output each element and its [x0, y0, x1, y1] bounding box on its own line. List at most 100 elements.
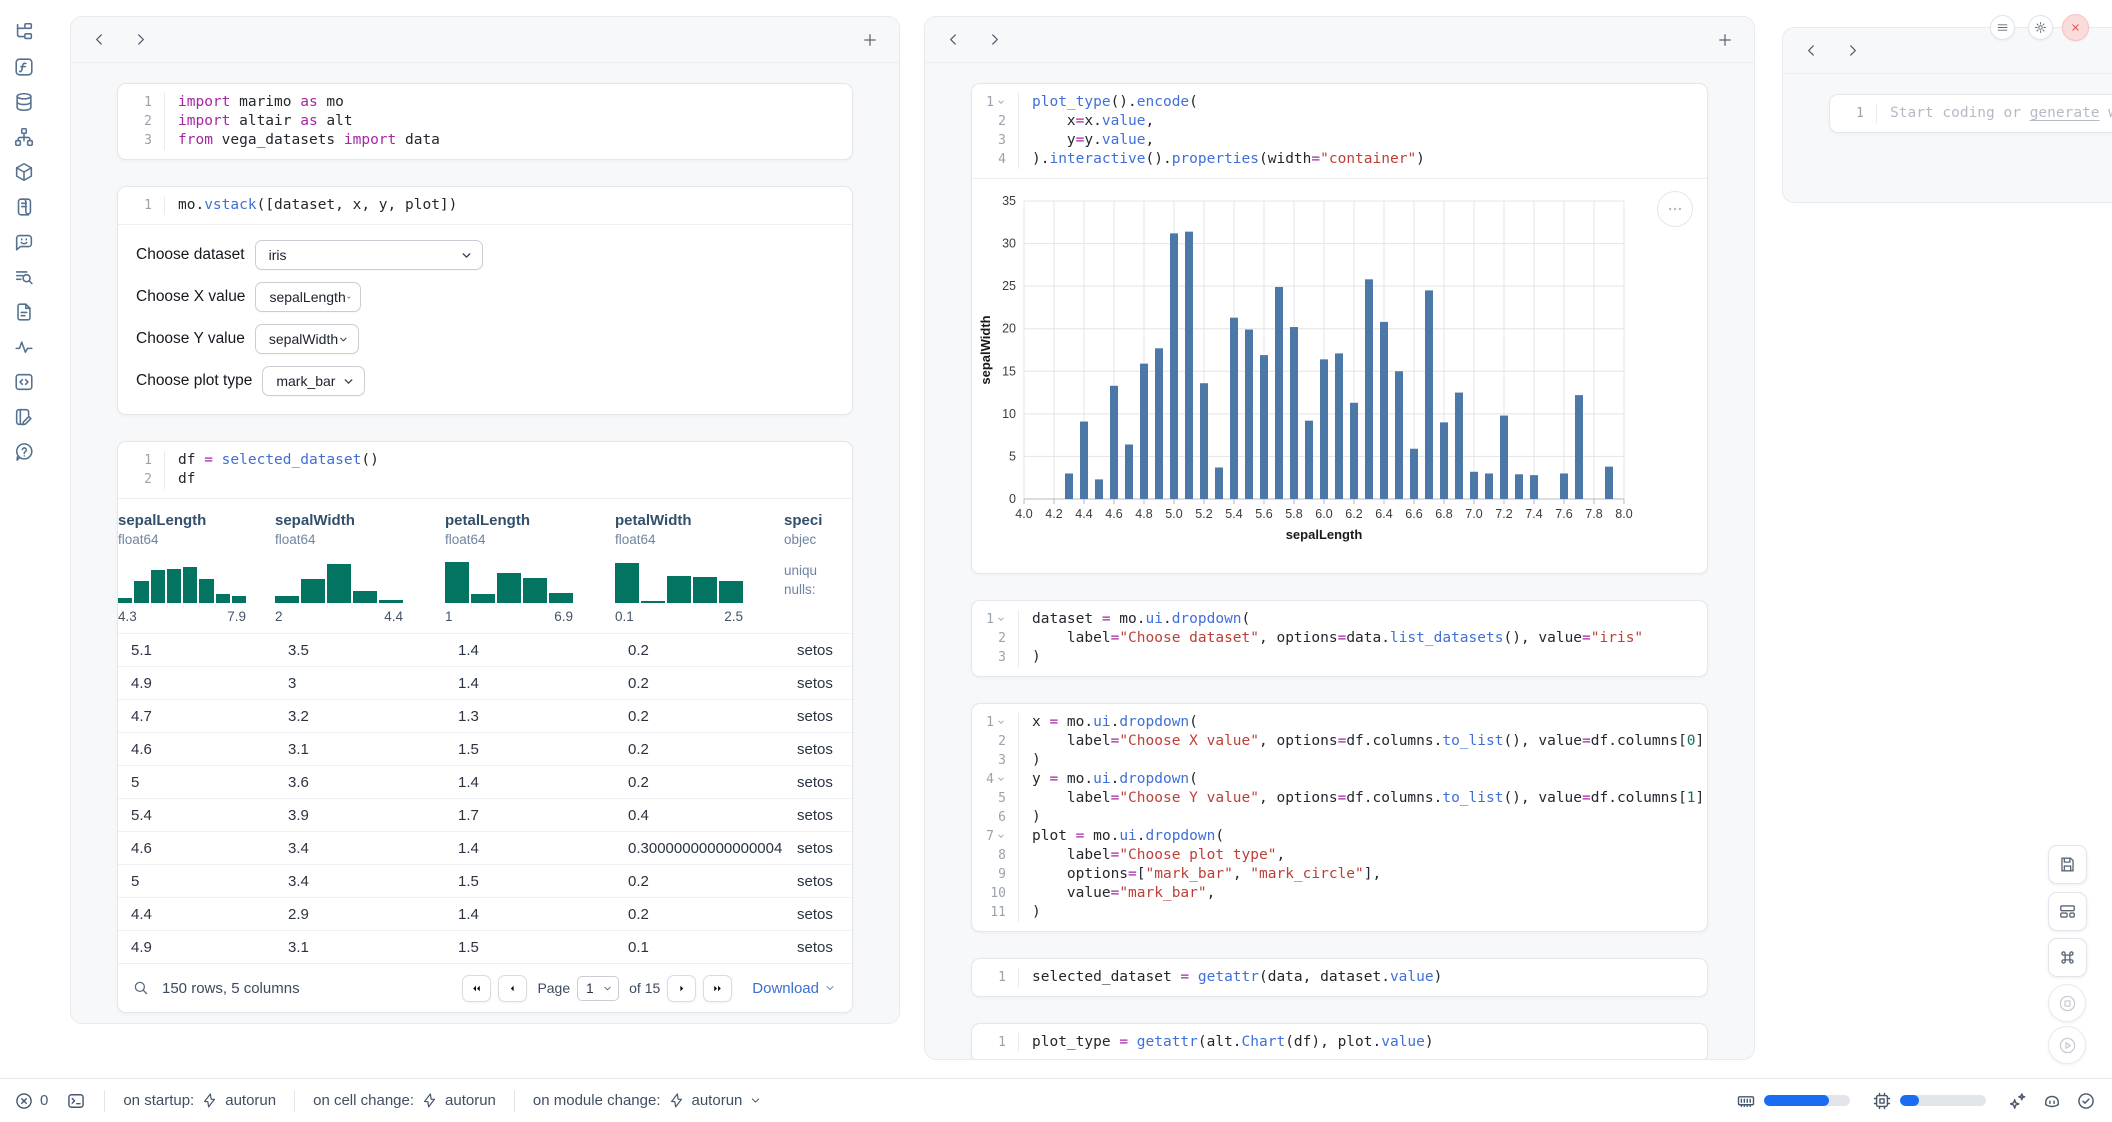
- code-line[interactable]: 11): [972, 903, 1707, 922]
- scroll-right-icon[interactable]: [132, 31, 149, 48]
- code-line[interactable]: 4y = mo.ui.dropdown(: [972, 770, 1707, 789]
- add-cell-icon[interactable]: [861, 31, 879, 49]
- table-column-header[interactable]: petalLengthfloat6416.9: [445, 512, 615, 624]
- code-line[interactable]: 3): [972, 648, 1707, 667]
- code-line[interactable]: 9 options=["mark_bar", "mark_circle"],: [972, 865, 1707, 884]
- code-line[interactable]: 2 label="Choose X value", options=df.col…: [972, 732, 1707, 751]
- settings-button[interactable]: [2028, 15, 2053, 40]
- run-mode-setting[interactable]: on cell change:autorun: [313, 1092, 496, 1109]
- scroll-right-icon[interactable]: [986, 31, 1003, 48]
- next-page-button[interactable]: [667, 975, 696, 1002]
- stop-button[interactable]: [2048, 984, 2086, 1022]
- dropdown-select[interactable]: sepalLength: [255, 282, 361, 312]
- table-row[interactable]: 4.73.21.30.2setos: [118, 699, 852, 732]
- code-editor[interactable]: 1plot_type = getattr(alt.Chart(df), plot…: [972, 1024, 1707, 1060]
- generate-link[interactable]: generate: [2030, 105, 2100, 121]
- cell-empty[interactable]: 1 Start coding or generate with: [1829, 94, 2112, 133]
- play-button[interactable]: [2048, 1026, 2086, 1064]
- code-line[interactable]: 4).interactive().properties(width="conta…: [972, 150, 1707, 169]
- code-block-icon[interactable]: [13, 371, 35, 393]
- table-column-header[interactable]: sepalLengthfloat644.37.9: [118, 512, 275, 624]
- tracing-pulse-icon[interactable]: [13, 336, 35, 358]
- cell-plot[interactable]: 1plot_type().encode(2 x=x.value,3 y=y.va…: [971, 83, 1708, 574]
- code-placeholder[interactable]: Start coding or generate with: [1876, 104, 2112, 123]
- code-editor[interactable]: 1mo.vstack([dataset, x, y, plot]): [118, 187, 852, 224]
- scroll-icon[interactable]: [13, 196, 35, 218]
- code-line[interactable]: 1selected_dataset = getattr(data, datase…: [972, 968, 1707, 987]
- cell-plot-type[interactable]: 1plot_type = getattr(alt.Chart(df), plot…: [971, 1023, 1708, 1060]
- math-function-icon[interactable]: [13, 56, 35, 78]
- table-row[interactable]: 4.931.40.2setos: [118, 666, 852, 699]
- help-chat-icon[interactable]: [13, 441, 35, 463]
- code-line[interactable]: 6): [972, 808, 1707, 827]
- database-icon[interactable]: [13, 91, 35, 113]
- cell-dataset-dropdown[interactable]: 1dataset = mo.ui.dropdown(2 label="Choos…: [971, 600, 1708, 677]
- table-row[interactable]: 5.13.51.40.2setos: [118, 633, 852, 666]
- prev-page-button[interactable]: [498, 975, 527, 1002]
- scroll-right-icon[interactable]: [1844, 42, 1861, 59]
- table-row[interactable]: 4.93.11.50.1setos: [118, 930, 852, 963]
- scratchpad-notebook-icon[interactable]: [13, 406, 35, 428]
- code-editor[interactable]: 1df = selected_dataset()2df: [118, 442, 852, 498]
- dependency-graph-icon[interactable]: [13, 126, 35, 148]
- code-line[interactable]: 2import altair as alt: [118, 112, 852, 131]
- copilot-icon[interactable]: [2042, 1091, 2062, 1111]
- table-column-header[interactable]: sepalWidthfloat6424.4: [275, 512, 445, 624]
- code-editor[interactable]: 1import marimo as mo2import altair as al…: [118, 84, 852, 159]
- first-page-button[interactable]: [462, 975, 491, 1002]
- close-button[interactable]: [2062, 14, 2089, 41]
- dropdown-select[interactable]: sepalWidth: [255, 324, 359, 354]
- run-mode-setting[interactable]: on module change:autorun: [533, 1092, 762, 1109]
- table-row[interactable]: 53.41.50.2setos: [118, 864, 852, 897]
- run-mode-setting[interactable]: on startup:autorun: [123, 1092, 276, 1109]
- chatbot-icon[interactable]: [13, 231, 35, 253]
- table-row[interactable]: 4.63.11.50.2setos: [118, 732, 852, 765]
- code-editor[interactable]: 1selected_dataset = getattr(data, datase…: [972, 959, 1707, 996]
- dropdown-select[interactable]: iris: [255, 240, 483, 270]
- cell-selected-dataset[interactable]: 1selected_dataset = getattr(data, datase…: [971, 958, 1708, 997]
- layout-panels-button[interactable]: [2048, 892, 2087, 931]
- cell-vstack[interactable]: 1mo.vstack([dataset, x, y, plot]) Choose…: [117, 186, 853, 415]
- code-line[interactable]: 1dataset = mo.ui.dropdown(: [972, 610, 1707, 629]
- errors-icon[interactable]: [14, 1091, 34, 1111]
- code-line[interactable]: 1df = selected_dataset(): [118, 451, 852, 470]
- package-icon[interactable]: [13, 161, 35, 183]
- sparkles-icon[interactable]: [2008, 1091, 2028, 1111]
- code-line[interactable]: 1plot_type = getattr(alt.Chart(df), plot…: [972, 1033, 1707, 1052]
- search-icon[interactable]: [132, 979, 150, 997]
- code-line[interactable]: 1x = mo.ui.dropdown(: [972, 713, 1707, 732]
- code-line[interactable]: 1mo.vstack([dataset, x, y, plot]): [118, 196, 852, 215]
- code-editor[interactable]: 1x = mo.ui.dropdown(2 label="Choose X va…: [972, 704, 1707, 931]
- add-cell-icon[interactable]: [1716, 31, 1734, 49]
- command-button[interactable]: [2048, 938, 2087, 977]
- file-tree-icon[interactable]: [13, 21, 35, 43]
- download-button[interactable]: Download: [752, 980, 836, 997]
- dropdown-select[interactable]: mark_bar: [262, 366, 365, 396]
- table-column-header[interactable]: speciobjecuniqunulls:: [784, 512, 852, 624]
- last-page-button[interactable]: [703, 975, 732, 1002]
- code-line[interactable]: 7plot = mo.ui.dropdown(: [972, 827, 1707, 846]
- code-line[interactable]: 2 label="Choose dataset", options=data.l…: [972, 629, 1707, 648]
- table-row[interactable]: 5.43.91.70.4setos: [118, 798, 852, 831]
- page-select[interactable]: 1: [577, 976, 619, 1001]
- scroll-left-icon[interactable]: [945, 31, 962, 48]
- code-line[interactable]: 2 x=x.value,: [972, 112, 1707, 131]
- code-line[interactable]: 8 label="Choose plot type",: [972, 846, 1707, 865]
- scroll-left-icon[interactable]: [1803, 42, 1820, 59]
- code-editor[interactable]: 1plot_type().encode(2 x=x.value,3 y=y.va…: [972, 84, 1707, 178]
- save-button[interactable]: [2048, 845, 2087, 884]
- code-line[interactable]: 1plot_type().encode(: [972, 93, 1707, 112]
- code-line[interactable]: 2df: [118, 470, 852, 489]
- cell-imports[interactable]: 1import marimo as mo2import altair as al…: [117, 83, 853, 160]
- table-row[interactable]: 53.61.40.2setos: [118, 765, 852, 798]
- scroll-left-icon[interactable]: [91, 31, 108, 48]
- table-row[interactable]: 4.63.41.40.30000000000000004setos: [118, 831, 852, 864]
- chart-actions-button[interactable]: [1657, 191, 1693, 227]
- code-editor[interactable]: 1dataset = mo.ui.dropdown(2 label="Choos…: [972, 601, 1707, 676]
- code-line[interactable]: 5 label="Choose Y value", options=df.col…: [972, 789, 1707, 808]
- code-line[interactable]: 3 y=y.value,: [972, 131, 1707, 150]
- menu-button[interactable]: [1990, 15, 2015, 40]
- bar-chart[interactable]: 051015202530354.04.24.44.64.85.05.25.45.…: [976, 191, 1707, 563]
- code-line[interactable]: 10 value="mark_bar",: [972, 884, 1707, 903]
- check-circle-icon[interactable]: [2076, 1091, 2096, 1111]
